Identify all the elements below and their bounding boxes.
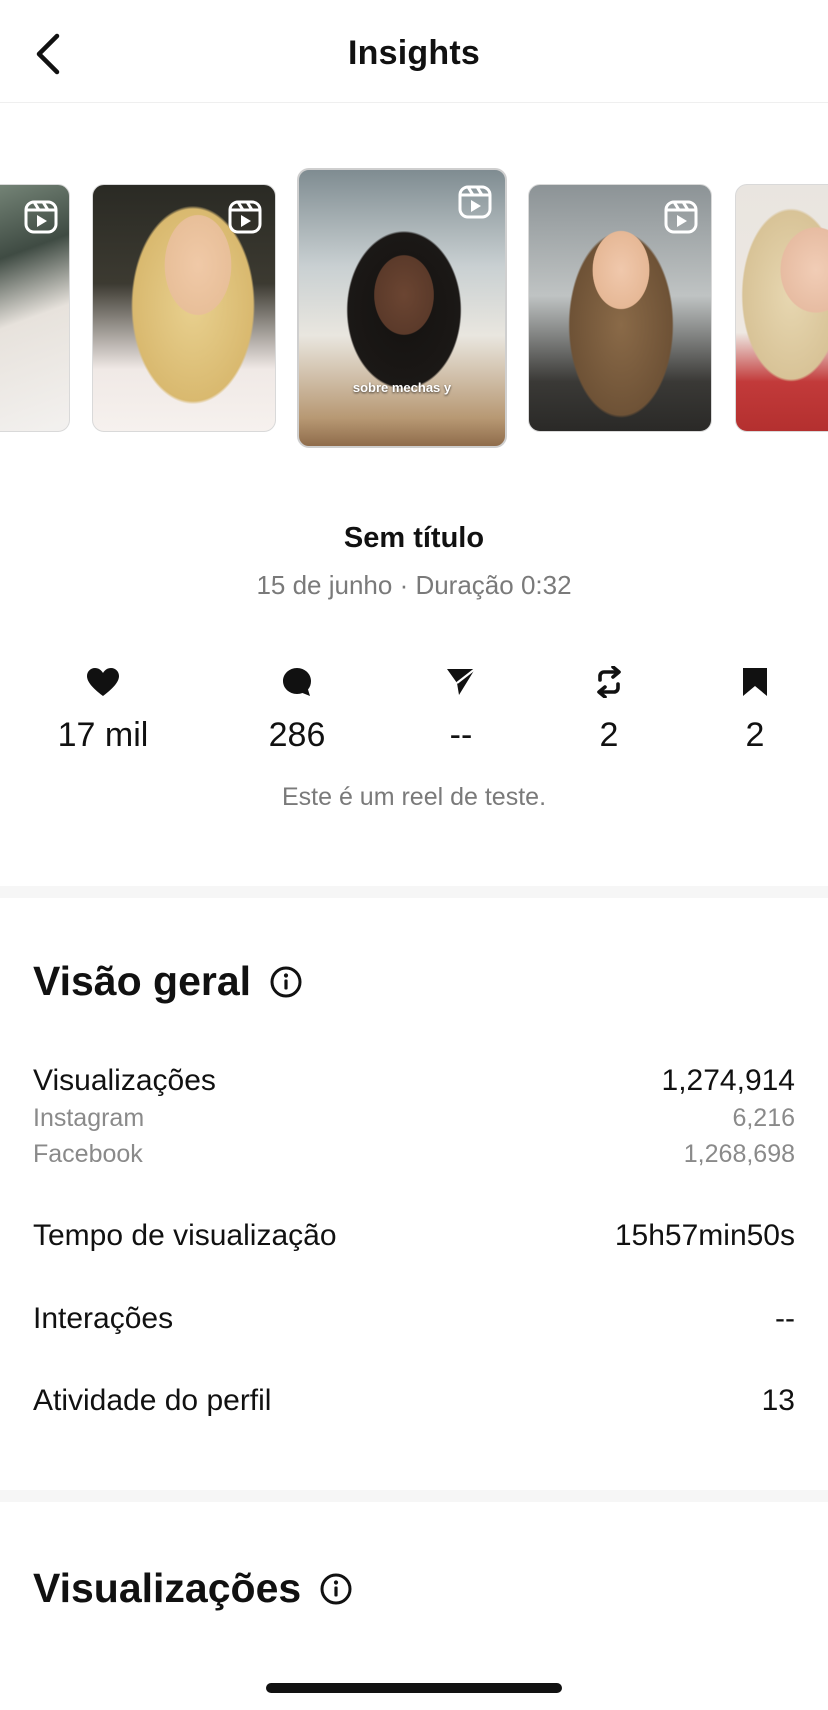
comments-count: 286 bbox=[268, 716, 326, 754]
facebook-row: Facebook 1,268,698 bbox=[33, 1140, 795, 1169]
interactions-row: Interações -- bbox=[33, 1302, 795, 1336]
facebook-label: Facebook bbox=[33, 1140, 143, 1168]
watch-time-value: 15h57min50s bbox=[614, 1219, 795, 1252]
reel-thumbnail[interactable] bbox=[0, 184, 70, 432]
reel-caption-overlay: sobre mechas y bbox=[352, 380, 452, 395]
stat-shares: -- bbox=[391, 662, 531, 755]
info-circle-icon bbox=[320, 1573, 352, 1604]
section-divider bbox=[0, 1490, 828, 1502]
instagram-label: Instagram bbox=[33, 1104, 145, 1132]
comment-bubble-icon bbox=[283, 668, 311, 696]
reel-icon bbox=[458, 185, 492, 219]
reel-thumbnail[interactable] bbox=[92, 184, 276, 432]
info-button[interactable] bbox=[269, 965, 303, 999]
paper-plane-icon bbox=[447, 668, 476, 695]
post-description: Este é um reel de teste. bbox=[281, 783, 547, 811]
shares-count: -- bbox=[449, 716, 473, 754]
interactions-value: -- bbox=[775, 1302, 795, 1335]
instagram-row: Instagram 6,216 bbox=[33, 1104, 795, 1133]
reel-thumbnail[interactable] bbox=[735, 184, 828, 432]
top-bar: Insights bbox=[0, 0, 828, 103]
reel-icon bbox=[664, 200, 698, 234]
reposts-count: 2 bbox=[599, 716, 619, 754]
reel-thumbnail[interactable] bbox=[528, 184, 712, 432]
facebook-value: 1,268,698 bbox=[683, 1140, 795, 1168]
page-title: Insights bbox=[348, 34, 480, 72]
profile-activity-row: Atividade do perfil 13 bbox=[33, 1384, 795, 1418]
views-value: 1,274,914 bbox=[661, 1064, 795, 1097]
views-row: Visualizações 1,274,914 bbox=[33, 1064, 795, 1098]
section-divider bbox=[0, 886, 828, 898]
reels-carousel[interactable]: sobre mechas y bbox=[0, 160, 828, 460]
views-label: Visualizações bbox=[33, 1064, 216, 1097]
overview-heading: Visão geral bbox=[33, 958, 303, 1005]
likes-count: 17 mil bbox=[57, 716, 149, 754]
info-circle-icon bbox=[270, 966, 302, 997]
stat-saves: 2 bbox=[685, 662, 825, 755]
heart-icon bbox=[87, 668, 119, 696]
watch-time-row: Tempo de visualização 15h57min50s bbox=[33, 1219, 795, 1253]
profile-activity-value: 13 bbox=[761, 1384, 795, 1417]
engagement-stats: 17 mil 286 -- 2 2 bbox=[0, 662, 828, 772]
views-heading: Visualizações bbox=[33, 1565, 353, 1612]
instagram-value: 6,216 bbox=[732, 1104, 795, 1132]
post-title: Sem título bbox=[343, 522, 485, 554]
reel-icon bbox=[24, 200, 58, 234]
interactions-label: Interações bbox=[33, 1302, 174, 1335]
stat-comments: 286 bbox=[227, 662, 367, 755]
home-indicator[interactable] bbox=[266, 1683, 562, 1693]
views-section-title: Visualizações bbox=[33, 1565, 302, 1611]
profile-activity-label: Atividade do perfil bbox=[33, 1384, 272, 1417]
overview-title: Visão geral bbox=[33, 958, 252, 1004]
bookmark-icon bbox=[743, 668, 767, 696]
repost-icon bbox=[597, 666, 621, 698]
stat-likes: 17 mil bbox=[33, 662, 173, 755]
saves-count: 2 bbox=[745, 716, 765, 754]
stat-reposts: 2 bbox=[539, 662, 679, 755]
reel-thumbnail-selected[interactable]: sobre mechas y bbox=[297, 168, 507, 448]
reel-icon bbox=[228, 200, 262, 234]
post-meta: 15 de junho · Duração 0:32 bbox=[256, 570, 572, 600]
watch-time-label: Tempo de visualização bbox=[33, 1219, 337, 1252]
info-button[interactable] bbox=[319, 1572, 353, 1606]
